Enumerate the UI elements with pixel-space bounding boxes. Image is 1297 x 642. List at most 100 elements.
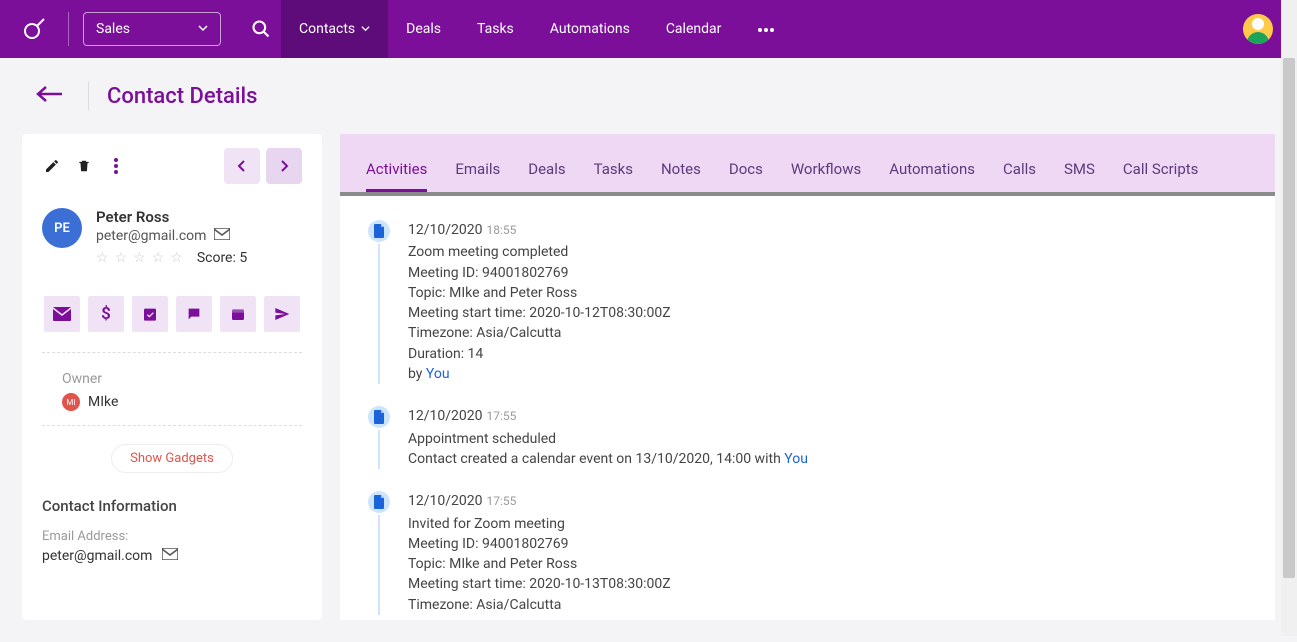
user-link[interactable]: You [784, 451, 808, 467]
more-button[interactable] [106, 156, 126, 176]
nav-label: Calendar [666, 21, 722, 37]
owner-label: Owner [62, 371, 302, 387]
star-icon: ☆ [115, 250, 128, 266]
tab-workflows[interactable]: Workflows [791, 160, 861, 192]
search-button[interactable] [241, 9, 281, 49]
tab-sms[interactable]: SMS [1064, 160, 1095, 192]
activity-time: 17:55 [487, 409, 517, 423]
tab-call-scripts[interactable]: Call Scripts [1123, 160, 1199, 192]
star-icon: ☆ [170, 250, 183, 266]
activity-line: Meeting ID: 94001802769 [408, 263, 1247, 283]
email-field-value: peter@gmail.com [42, 548, 152, 564]
prev-contact-button[interactable] [224, 148, 260, 184]
nav-contacts[interactable]: Contacts [281, 0, 388, 58]
page-header: Contact Details [0, 58, 1297, 134]
show-gadgets-button[interactable]: Show Gadgets [111, 444, 233, 473]
contact-card: PE Peter Ross peter@gmail.com ☆ ☆ ☆ ☆ ☆ [22, 134, 322, 620]
app-logo[interactable] [14, 9, 54, 49]
activity-line: Timezone: Asia/Calcutta [408, 323, 1247, 343]
divider [88, 81, 89, 111]
edit-button[interactable] [42, 156, 62, 176]
next-contact-button[interactable] [266, 148, 302, 184]
score-label: Score: 5 [197, 250, 247, 266]
star-icon: ☆ [96, 250, 109, 266]
nav-deals[interactable]: Deals [388, 0, 459, 58]
user-link[interactable]: You [426, 366, 450, 382]
divider [68, 12, 69, 46]
timeline-line [378, 244, 380, 384]
rating-stars[interactable]: ☆ ☆ ☆ ☆ ☆ Score: 5 [96, 250, 247, 266]
activity-panel: Activities Emails Deals Tasks Notes Docs… [340, 134, 1275, 620]
send-button[interactable] [264, 296, 300, 332]
nav-label: Tasks [477, 21, 514, 37]
tab-tasks[interactable]: Tasks [594, 160, 633, 192]
document-icon [368, 491, 390, 513]
nav-tasks[interactable]: Tasks [459, 0, 532, 58]
mail-icon[interactable] [162, 548, 178, 564]
nav-automations[interactable]: Automations [532, 0, 648, 58]
nav-label: Automations [550, 21, 630, 37]
nav-label: Contacts [299, 21, 355, 37]
tab-automations[interactable]: Automations [889, 160, 975, 192]
tab-notes[interactable]: Notes [661, 160, 701, 192]
tab-deals[interactable]: Deals [528, 160, 565, 192]
tab-activities[interactable]: Activities [366, 160, 427, 192]
activity-line: Duration: 14 [408, 344, 1247, 364]
tab-calls[interactable]: Calls [1003, 160, 1036, 192]
activity-line: Contact created a calendar event on 13/1… [408, 449, 1247, 469]
content-area: PE Peter Ross peter@gmail.com ☆ ☆ ☆ ☆ ☆ [0, 134, 1297, 642]
mail-icon[interactable] [214, 228, 230, 244]
send-email-button[interactable] [44, 296, 80, 332]
activity-line: Timezone: Asia/Calcutta [408, 595, 1247, 615]
contact-name: Peter Ross [96, 208, 247, 226]
tabs-bar: Activities Emails Deals Tasks Notes Docs… [340, 134, 1275, 196]
activity-time: 17:55 [487, 494, 517, 508]
activity-line: Meeting ID: 94001802769 [408, 534, 1247, 554]
activity-item: 12/10/202017:55 Invited for Zoom meeting… [368, 491, 1247, 615]
activity-by: by You [408, 364, 1247, 384]
chevron-down-icon [198, 21, 208, 37]
contact-email: peter@gmail.com [96, 228, 206, 244]
nav-label: Deals [406, 21, 441, 37]
top-nav: Sales Contacts Deals Tasks Automations C… [0, 0, 1297, 58]
nav-calendar[interactable]: Calendar [648, 0, 740, 58]
activity-line: Topic: MIke and Peter Ross [408, 283, 1247, 303]
timeline-line [378, 430, 380, 469]
add-note-button[interactable] [176, 296, 212, 332]
activity-title: Zoom meeting completed [408, 242, 1247, 262]
timeline-line [378, 515, 380, 615]
owner-name: MIke [88, 394, 118, 410]
page-title: Contact Details [107, 84, 257, 109]
back-button[interactable] [28, 78, 70, 114]
activity-line: Meeting start time: 2020-10-12T08:30:00Z [408, 303, 1247, 323]
workspace-dropdown[interactable]: Sales [83, 12, 221, 46]
add-task-button[interactable] [132, 296, 168, 332]
star-icon: ☆ [152, 250, 165, 266]
owner-avatar: MI [62, 393, 80, 411]
workspace-label: Sales [96, 21, 130, 37]
activity-title: Invited for Zoom meeting [408, 514, 1247, 534]
tab-docs[interactable]: Docs [729, 160, 763, 192]
activity-title: Appointment scheduled [408, 429, 1247, 449]
tab-emails[interactable]: Emails [455, 160, 500, 192]
activity-line: Meeting start time: 2020-10-13T08:30:00Z [408, 574, 1247, 594]
quick-actions: $ [42, 296, 302, 353]
delete-button[interactable] [74, 156, 94, 176]
user-avatar[interactable] [1243, 14, 1273, 44]
activity-date: 12/10/2020 [408, 408, 483, 424]
nav-more[interactable] [739, 0, 793, 58]
add-event-button[interactable] [220, 296, 256, 332]
chevron-down-icon [361, 21, 370, 37]
activity-item: 12/10/2020 17:55 Appointment scheduled Co… [368, 406, 1247, 469]
activity-item: 12/10/202018:55 Zoom meeting completed M… [368, 220, 1247, 384]
activity-time: 18:55 [487, 223, 517, 237]
window-scrollbar-thumb[interactable] [1283, 58, 1295, 578]
document-icon [368, 220, 390, 242]
window-scrollbar-track[interactable] [1281, 0, 1297, 636]
add-deal-button[interactable]: $ [88, 296, 124, 332]
activity-feed[interactable]: 12/10/2020 18:55 Zoom meeting completed M… [340, 196, 1275, 620]
ellipsis-icon [757, 21, 775, 37]
section-contact-info: Contact Information [42, 497, 302, 515]
contact-avatar: PE [42, 208, 82, 248]
activity-line: Topic: MIke and Peter Ross [408, 554, 1247, 574]
